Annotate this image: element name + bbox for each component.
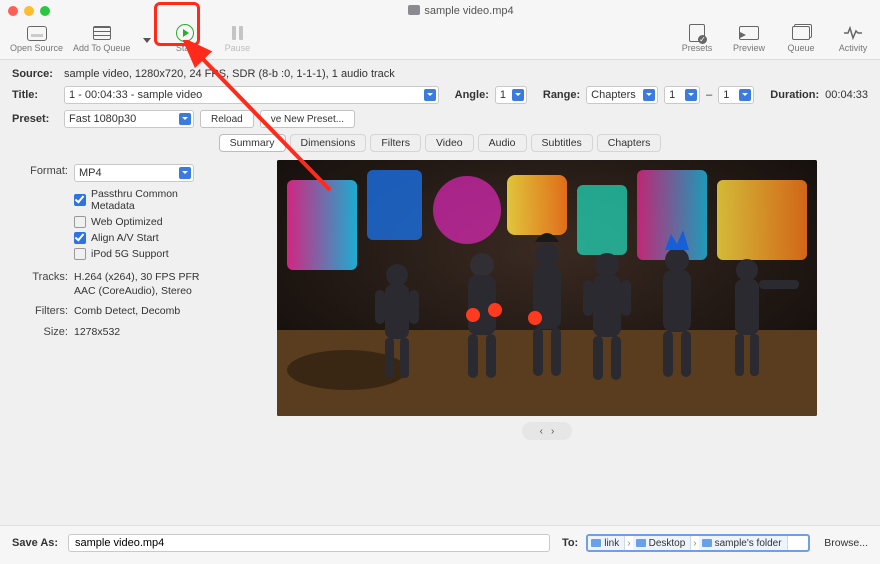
preset-label: Preset: xyxy=(12,113,58,125)
preview-nav: ‹ › xyxy=(522,422,572,440)
video-preview xyxy=(277,160,817,416)
preview-button[interactable]: Preview xyxy=(728,24,770,53)
activity-label: Activity xyxy=(839,43,868,53)
queue-label: Queue xyxy=(787,43,814,53)
add-to-queue-icon xyxy=(91,24,113,42)
title-label: Title: xyxy=(12,89,58,101)
range-mode-select[interactable]: Chapters xyxy=(586,86,658,104)
tab-filters[interactable]: Filters xyxy=(370,134,421,152)
summary-sidebar: Format: MP4 Passthru Common Metadata Web… xyxy=(24,160,224,440)
config-panel: Source: sample video, 1280x720, 24 FPS, … xyxy=(0,60,880,440)
add-to-queue-menu[interactable] xyxy=(140,24,154,53)
tabs: Summary Dimensions Filters Video Audio S… xyxy=(12,134,868,152)
path-crumb-0: link xyxy=(588,536,625,550)
save-as-label: Save As: xyxy=(12,537,60,549)
folder-icon xyxy=(702,539,712,547)
passthru-option[interactable]: Passthru Common Metadata xyxy=(74,188,224,212)
range-to-select[interactable]: 1 xyxy=(718,86,754,104)
duration-label: Duration: xyxy=(770,89,819,101)
preview-prev[interactable]: ‹ xyxy=(540,426,543,437)
activity-icon xyxy=(842,24,864,42)
queue-button[interactable]: Queue xyxy=(780,24,822,53)
folder-icon xyxy=(591,539,601,547)
align-av-option[interactable]: Align A/V Start xyxy=(74,232,224,244)
tab-summary[interactable]: Summary xyxy=(219,134,286,152)
web-optimized-option[interactable]: Web Optimized xyxy=(74,216,224,228)
presets-icon xyxy=(686,24,708,42)
tab-audio[interactable]: Audio xyxy=(478,134,527,152)
window-title: sample video.mp4 xyxy=(50,5,872,17)
save-new-preset-button[interactable]: ve New Preset... xyxy=(260,110,355,128)
destination-path[interactable]: link› Desktop› sample's folder xyxy=(586,534,810,552)
close-window[interactable] xyxy=(8,6,18,16)
preview-label: Preview xyxy=(733,43,765,53)
tab-chapters[interactable]: Chapters xyxy=(597,134,662,152)
passthru-checkbox[interactable] xyxy=(74,194,86,206)
filters-value: Comb Detect, Decomb xyxy=(74,304,180,318)
path-crumb-1: Desktop xyxy=(633,536,692,550)
format-label: Format: xyxy=(24,164,68,177)
to-label: To: xyxy=(558,537,578,549)
open-source-label: Open Source xyxy=(10,43,63,53)
range-label: Range: xyxy=(543,89,580,101)
tab-video[interactable]: Video xyxy=(425,134,474,152)
tracks-value: H.264 (x264), 30 FPS PFR AAC (CoreAudio)… xyxy=(74,270,199,298)
presets-label: Presets xyxy=(682,43,713,53)
duration-value: 00:04:33 xyxy=(825,89,868,101)
filters-label: Filters: xyxy=(24,304,68,317)
source-label: Source: xyxy=(12,68,58,80)
size-label: Size: xyxy=(24,325,68,338)
window-controls[interactable] xyxy=(8,6,50,16)
open-source-icon xyxy=(26,24,48,42)
queue-icon xyxy=(790,24,812,42)
web-optimized-checkbox[interactable] xyxy=(74,216,86,228)
angle-select[interactable]: 1 xyxy=(495,86,527,104)
add-to-queue-label: Add To Queue xyxy=(73,43,130,53)
start-button[interactable]: Start xyxy=(164,24,206,53)
footer: Save As: To: link› Desktop› sample's fol… xyxy=(0,525,880,564)
source-value: sample video, 1280x720, 24 FPS, SDR (8-b… xyxy=(64,68,395,80)
preview-icon xyxy=(738,24,760,42)
chevron-down-icon xyxy=(143,38,151,43)
path-crumb-2: sample's folder xyxy=(699,536,788,550)
preset-select[interactable]: Fast 1080p30 xyxy=(64,110,194,128)
size-value: 1278x532 xyxy=(74,325,120,339)
play-icon xyxy=(174,24,196,42)
range-from-select[interactable]: 1 xyxy=(664,86,700,104)
pause-label: Pause xyxy=(225,43,251,53)
preview-next[interactable]: › xyxy=(551,426,554,437)
browse-button[interactable]: Browse... xyxy=(824,537,868,549)
range-separator: – xyxy=(706,89,712,101)
align-av-checkbox[interactable] xyxy=(74,232,86,244)
pause-icon xyxy=(226,24,248,42)
format-select[interactable]: MP4 xyxy=(74,164,194,182)
titlebar: sample video.mp4 xyxy=(0,0,880,22)
reload-button[interactable]: Reload xyxy=(200,110,254,128)
tracks-label: Tracks: xyxy=(24,270,68,283)
presets-button[interactable]: Presets xyxy=(676,24,718,53)
ipod-option[interactable]: iPod 5G Support xyxy=(74,248,224,260)
add-to-queue-button[interactable]: Add To Queue xyxy=(73,24,130,53)
open-source-button[interactable]: Open Source xyxy=(10,24,63,53)
angle-label: Angle: xyxy=(455,89,489,101)
zoom-window[interactable] xyxy=(40,6,50,16)
activity-button[interactable]: Activity xyxy=(832,24,874,53)
title-select[interactable]: 1 - 00:04:33 - sample video xyxy=(64,86,439,104)
ipod-checkbox[interactable] xyxy=(74,248,86,260)
save-as-input[interactable] xyxy=(68,534,550,552)
tab-dimensions[interactable]: Dimensions xyxy=(290,134,367,152)
pause-button: Pause xyxy=(216,24,258,53)
folder-icon xyxy=(636,539,646,547)
toolbar: Open Source Add To Queue Start Pause Pre… xyxy=(0,22,880,60)
tab-subtitles[interactable]: Subtitles xyxy=(531,134,593,152)
minimize-window[interactable] xyxy=(24,6,34,16)
start-label: Start xyxy=(176,43,195,53)
